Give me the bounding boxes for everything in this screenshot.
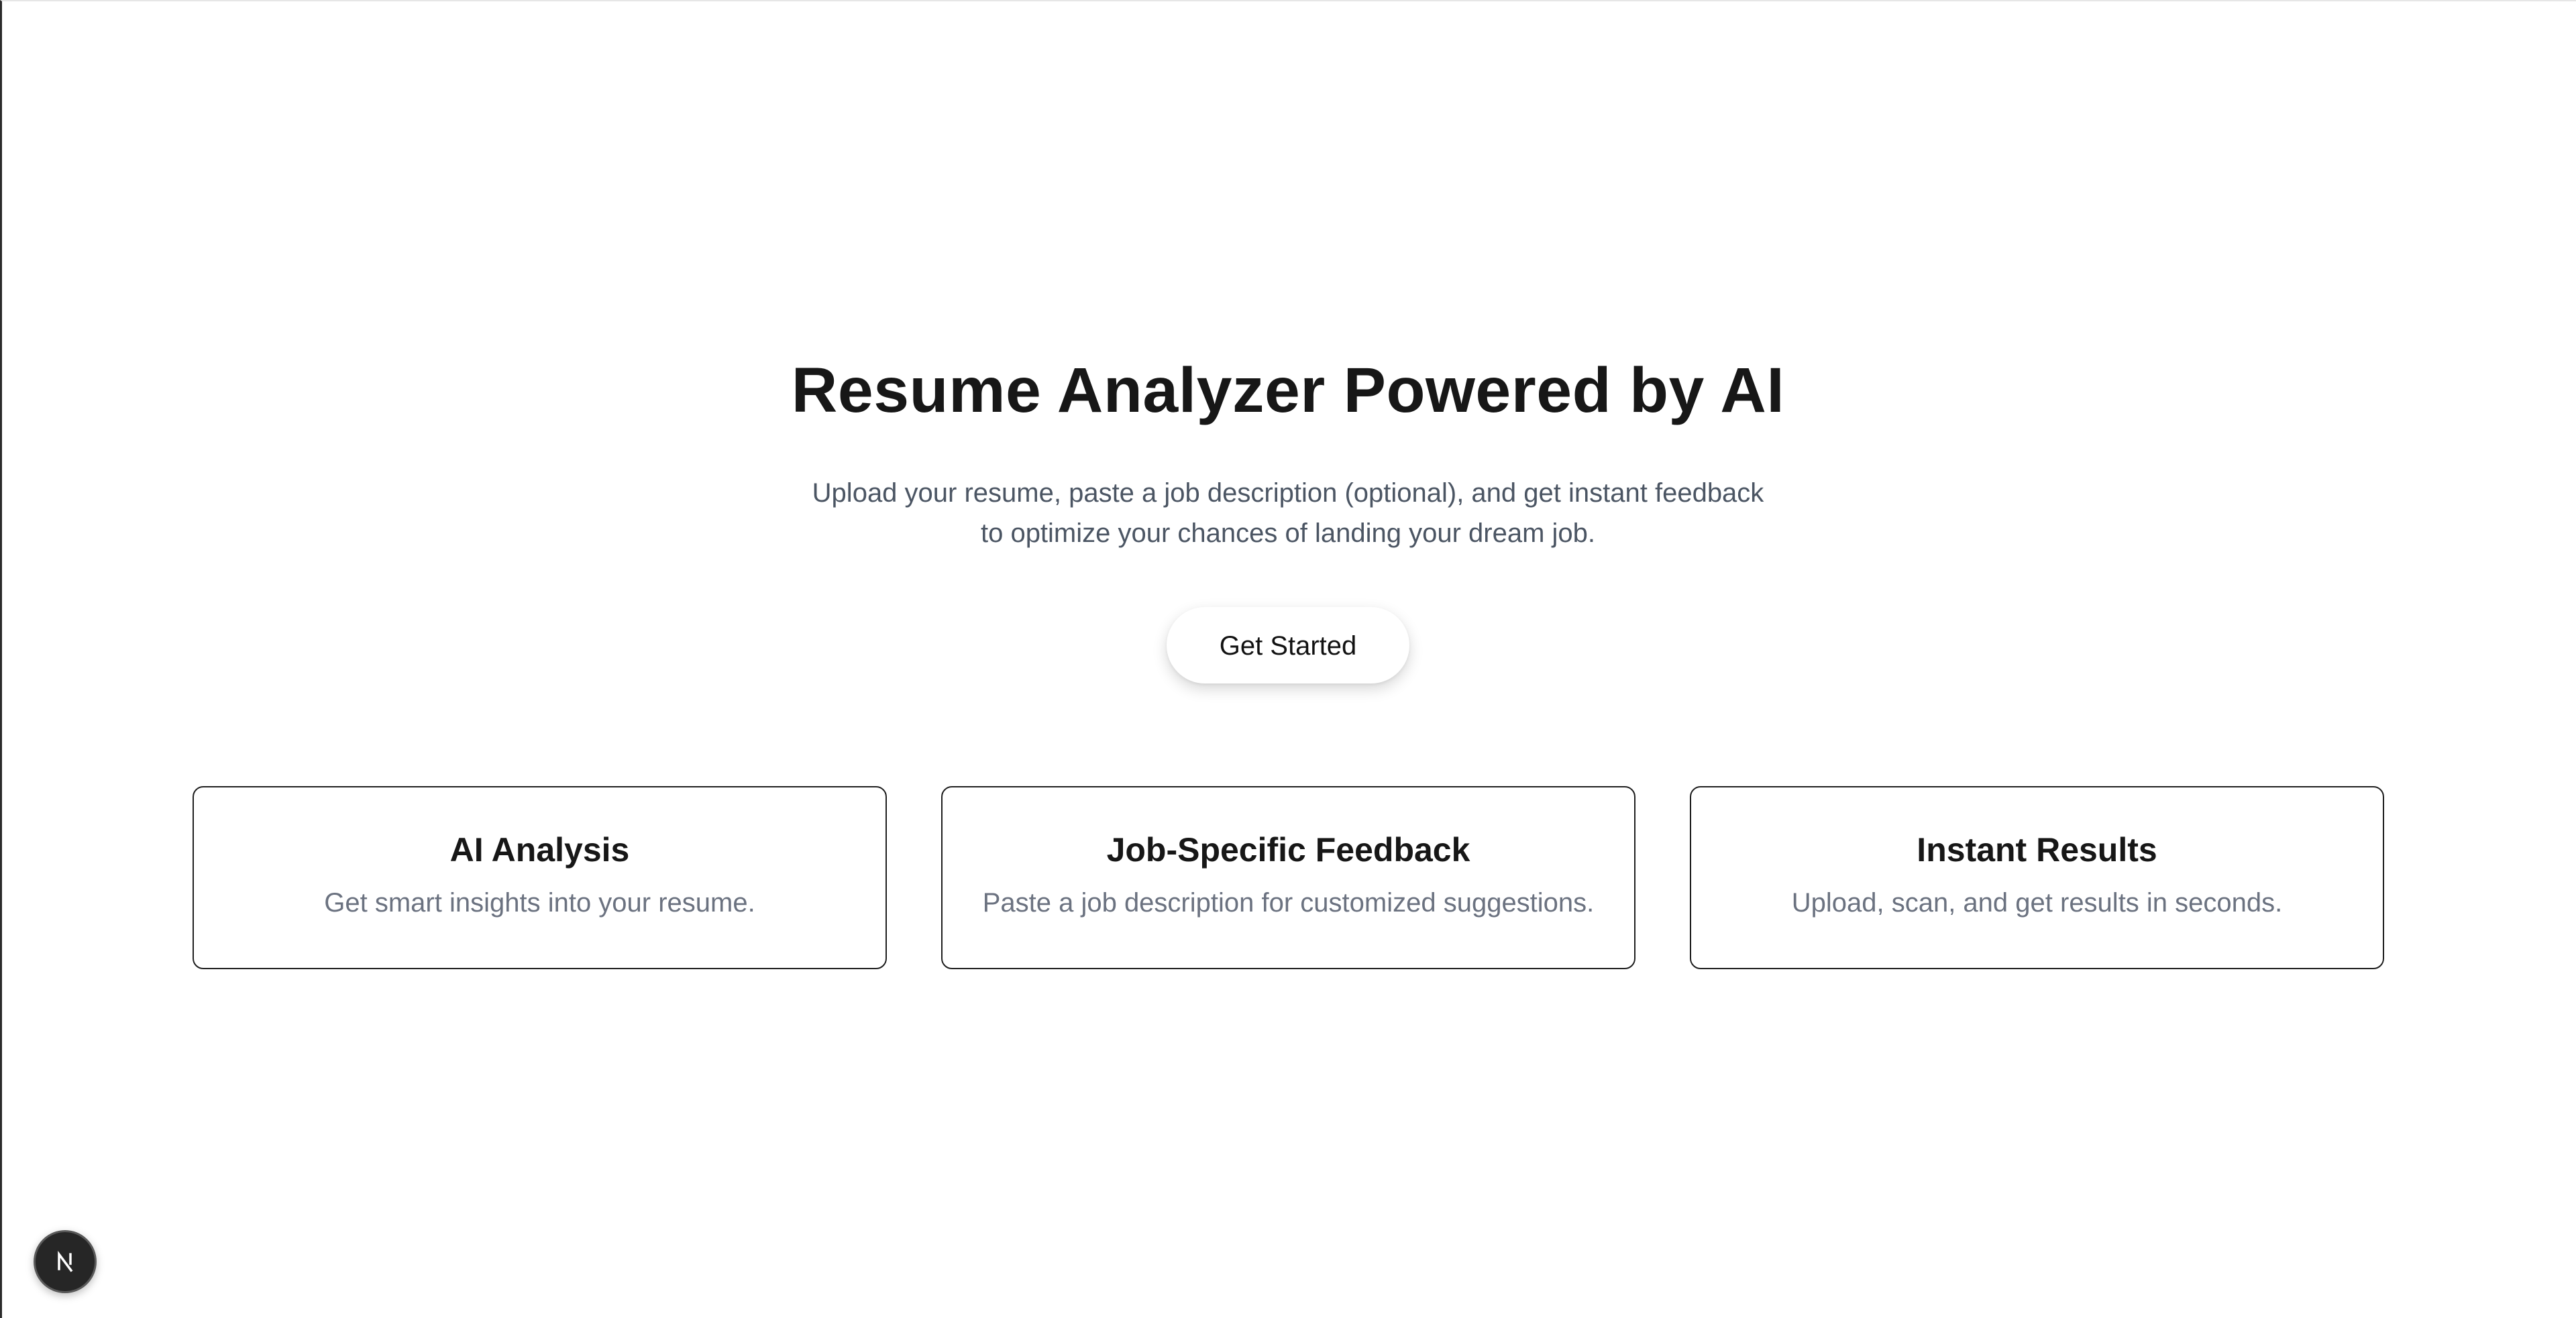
feature-description: Upload, scan, and get results in seconds… xyxy=(1791,888,2283,918)
feature-title: Job-Specific Feedback xyxy=(1106,831,1470,869)
hero-subtitle: Upload your resume, paste a job descript… xyxy=(812,478,1764,548)
page-title: Resume Analyzer Powered by AI xyxy=(791,355,1785,426)
feature-card-instant-results: Instant Results Upload, scan, and get re… xyxy=(1690,786,2384,969)
nextjs-logo-icon xyxy=(58,1250,73,1272)
feature-description: Paste a job description for customized s… xyxy=(982,888,1595,918)
feature-description: Get smart insights into your resume. xyxy=(324,888,755,918)
feature-card-job-specific-feedback: Job-Specific Feedback Paste a job descri… xyxy=(941,786,1635,969)
feature-title: AI Analysis xyxy=(449,831,630,869)
feature-card-ai-analysis: AI Analysis Get smart insights into your… xyxy=(193,786,887,969)
get-started-button[interactable]: Get Started xyxy=(1167,607,1409,683)
nextjs-dev-tools-button[interactable] xyxy=(34,1230,97,1293)
hero-section: Resume Analyzer Powered by AI Upload you… xyxy=(0,349,2576,683)
feature-title: Instant Results xyxy=(1917,831,2157,869)
features-grid: AI Analysis Get smart insights into your… xyxy=(193,786,2384,969)
